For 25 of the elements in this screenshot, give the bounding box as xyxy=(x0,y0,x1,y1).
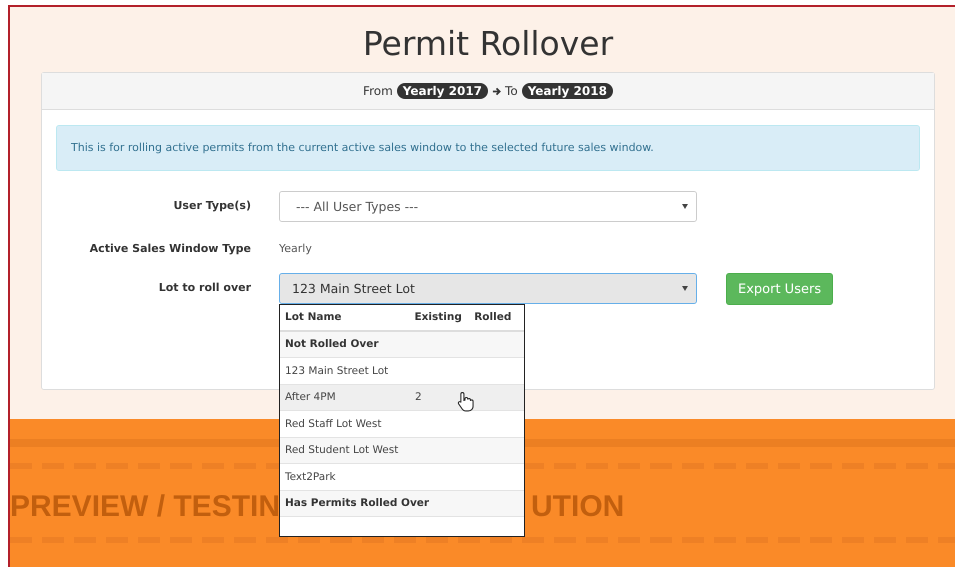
dropdown-option[interactable]: After 4PM 2 xyxy=(280,384,524,411)
column-header: Lot Name xyxy=(285,311,343,324)
select-field[interactable]: 123 Main Street Lot xyxy=(279,273,697,304)
info-alert: This is for rolling active permits from the current active sales window to the selected future sales window. xyxy=(56,125,920,171)
page-title: Permit Rollover xyxy=(362,24,614,65)
banner-text: PREVIEW / TESTIN xyxy=(10,491,280,523)
field-label: Active Sales Window Type xyxy=(88,242,251,255)
caret-icon xyxy=(682,204,688,209)
column-header: Rolled xyxy=(474,311,512,324)
arrow-right-icon xyxy=(492,86,502,96)
column-header: Existing xyxy=(414,311,463,324)
hand-cursor-icon xyxy=(457,390,474,412)
from-label: From xyxy=(363,84,393,98)
field-label: Lot to roll over xyxy=(158,280,251,294)
dropdown-option[interactable]: Red Student Lot West xyxy=(280,438,524,464)
window-badge: Yearly 2018 xyxy=(522,83,613,99)
field-value: Yearly xyxy=(279,242,312,255)
group-header[interactable]: Has Permits Rolled Over xyxy=(280,490,524,517)
banner-text: UTION xyxy=(531,491,624,523)
group-header[interactable]: Not Rolled Over xyxy=(280,332,524,358)
select-field[interactable]: --- All User Types --- xyxy=(279,191,697,222)
caret-icon xyxy=(682,286,688,291)
field-label: User Type(s) xyxy=(172,198,251,212)
window-badge: Yearly 2017 xyxy=(396,83,488,99)
to-label: To xyxy=(505,84,518,98)
